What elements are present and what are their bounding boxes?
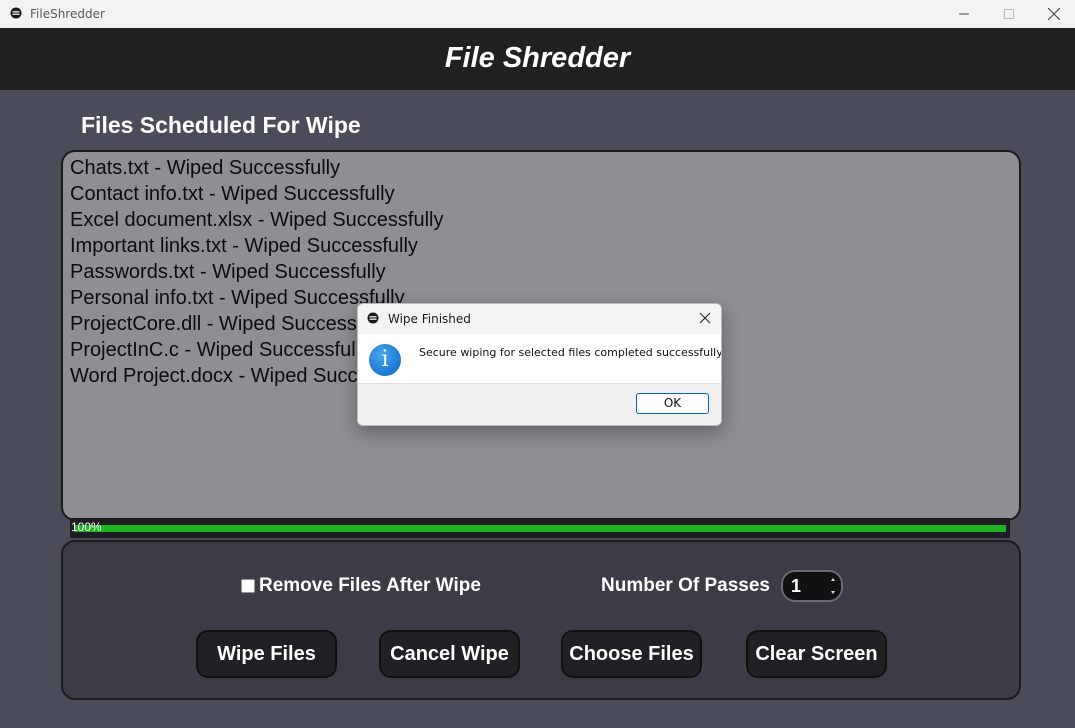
ok-button[interactable]: OK xyxy=(636,393,709,414)
dialog-close-icon[interactable] xyxy=(698,311,712,325)
controls-panel: Remove Files After Wipe Number Of Passes… xyxy=(61,540,1021,700)
spin-up-icon[interactable] xyxy=(831,578,835,581)
window-titlebar: FileShredder xyxy=(0,0,1075,28)
passes-value: 1 xyxy=(791,576,802,596)
passes-spinbox[interactable]: 1 xyxy=(781,570,843,602)
cancel-wipe-button[interactable]: Cancel Wipe xyxy=(379,630,520,678)
close-icon xyxy=(1048,8,1060,20)
list-item: Personal info.txt - Wiped Successfully xyxy=(70,287,405,309)
choose-files-button[interactable]: Choose Files xyxy=(561,630,702,678)
file-list-title: Files Scheduled For Wipe xyxy=(81,112,361,138)
wipe-finished-dialog: Wipe Finished i Secure wiping for select… xyxy=(357,303,722,426)
app-title: File Shredder xyxy=(444,42,631,74)
minimize-icon xyxy=(959,13,969,15)
dialog-message: Secure wiping for selected files complet… xyxy=(419,346,722,359)
progress-bar: 100% xyxy=(70,518,1010,538)
progress-fill xyxy=(74,525,1006,532)
app-icon xyxy=(367,312,379,324)
maximize-button[interactable] xyxy=(986,0,1032,28)
spin-down-icon[interactable] xyxy=(831,591,835,594)
list-item: ProjectInC.c - Wiped Successfully xyxy=(70,339,371,361)
remove-after-wipe-checkbox[interactable] xyxy=(241,579,255,593)
passes-label: Number Of Passes xyxy=(601,575,770,596)
dialog-title: Wipe Finished xyxy=(388,312,471,326)
window-close-button[interactable] xyxy=(1031,0,1075,28)
list-item: Contact info.txt - Wiped Successfully xyxy=(70,183,395,205)
maximize-icon xyxy=(1004,9,1014,19)
dialog-body: i Secure wiping for selected files compl… xyxy=(358,334,721,384)
minimize-button[interactable] xyxy=(941,0,987,28)
app-header: File Shredder xyxy=(0,28,1075,90)
dialog-titlebar: Wipe Finished xyxy=(358,304,721,334)
wipe-files-button[interactable]: Wipe Files xyxy=(196,630,337,678)
list-item: ProjectCore.dll - Wiped Successfully xyxy=(70,313,393,335)
clear-screen-button[interactable]: Clear Screen xyxy=(746,630,887,678)
remove-after-wipe-label: Remove Files After Wipe xyxy=(259,575,481,596)
list-item: Excel document.xlsx - Wiped Successfully xyxy=(70,209,444,231)
app-icon xyxy=(10,7,22,19)
progress-label: 100% xyxy=(71,520,102,534)
dialog-footer: OK xyxy=(358,383,721,425)
info-icon: i xyxy=(369,344,401,376)
list-item: Passwords.txt - Wiped Successfully xyxy=(70,261,386,283)
list-item: Important links.txt - Wiped Successfully xyxy=(70,235,418,257)
window-title: FileShredder xyxy=(30,7,105,21)
list-item: Chats.txt - Wiped Successfully xyxy=(70,157,341,179)
